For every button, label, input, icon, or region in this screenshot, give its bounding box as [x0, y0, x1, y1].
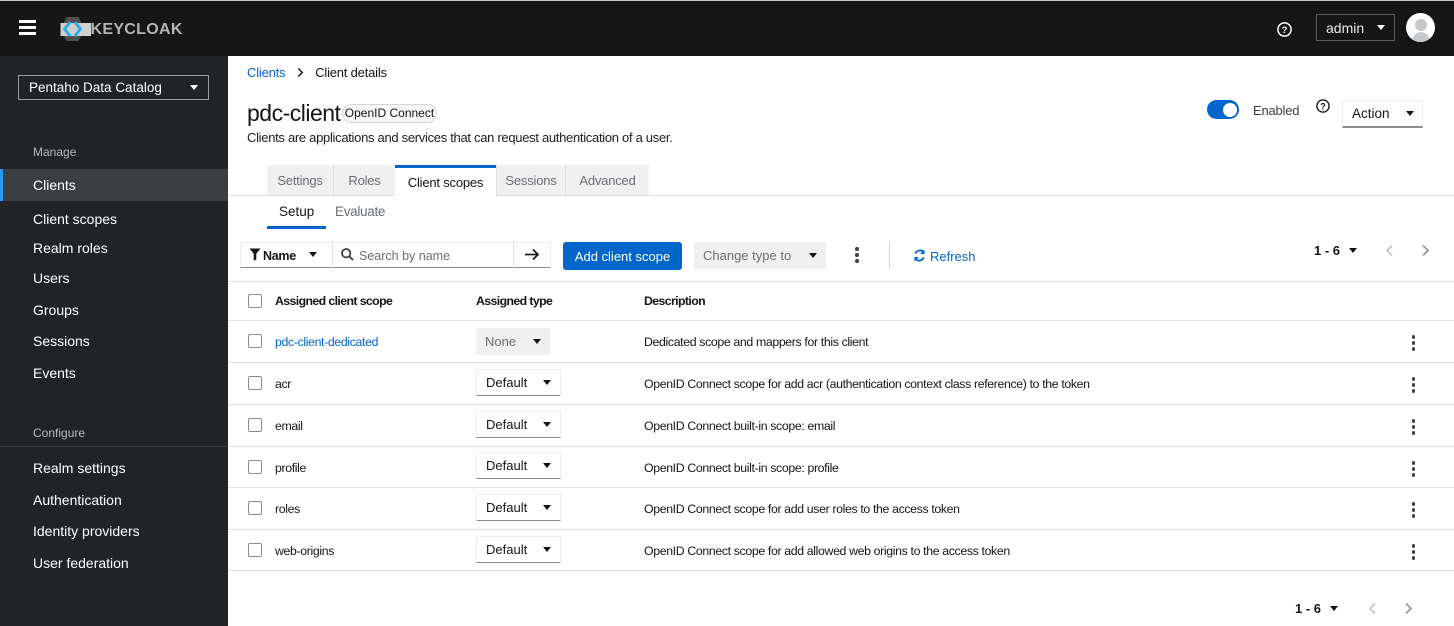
svg-text:?: ?: [1320, 101, 1326, 111]
svg-text:?: ?: [1282, 25, 1288, 36]
svg-text:KEYCLOAK: KEYCLOAK: [91, 21, 183, 38]
